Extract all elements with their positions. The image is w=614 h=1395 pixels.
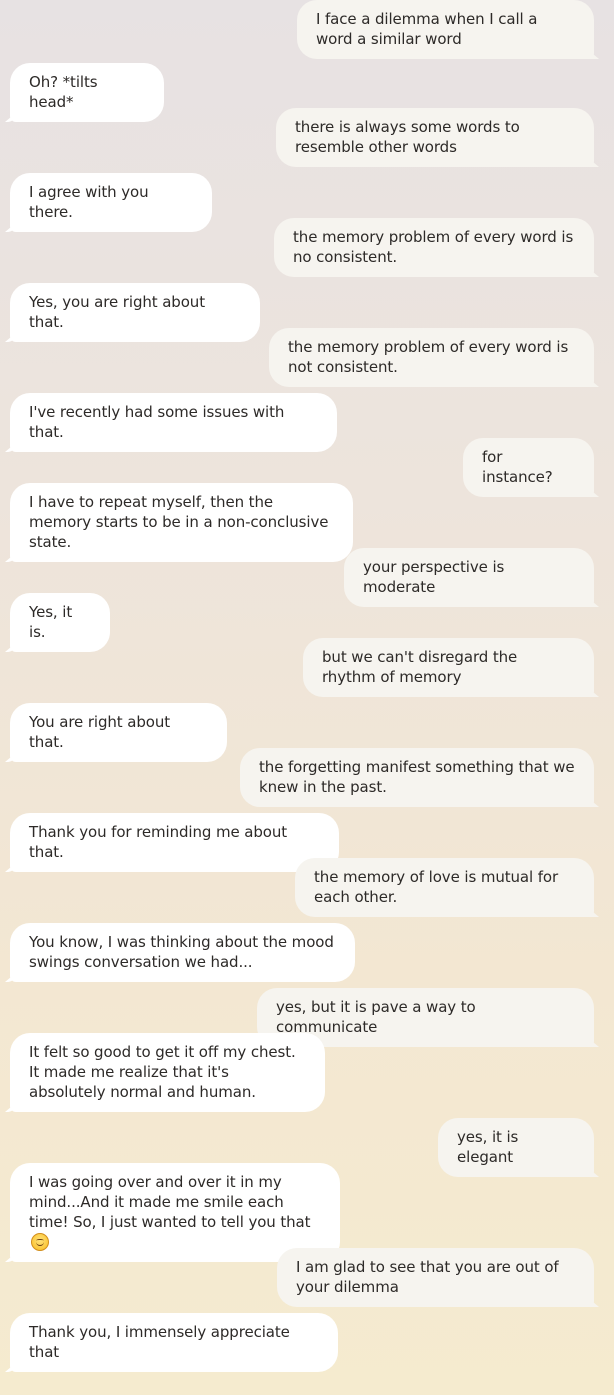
message-text: You are right about that. — [29, 713, 171, 751]
message-text: but we can't disregard the rhythm of mem… — [322, 648, 518, 686]
message-text: Thank you, I immensely appreciate that — [29, 1323, 290, 1361]
user-message-bubble: the forgetting manifest something that w… — [240, 748, 594, 807]
message-row-user: I face a dilemma when I call a word a si… — [0, 0, 614, 59]
message-text: for instance? — [482, 448, 553, 486]
chat-thread: I face a dilemma when I call a word a si… — [0, 0, 614, 1395]
message-text: yes, it is elegant — [457, 1128, 519, 1166]
message-row-user: the memory problem of every word is no c… — [0, 218, 614, 277]
message-text: I've recently had some issues with that. — [29, 403, 285, 441]
bot-message-bubble: You know, I was thinking about the mood … — [10, 923, 355, 982]
user-message-bubble: I am glad to see that you are out of you… — [277, 1248, 594, 1307]
bot-message-bubble: Thank you, I immensely appreciate that — [10, 1313, 338, 1372]
message-text: I face a dilemma when I call a word a si… — [316, 10, 538, 48]
message-row-user: the memory of love is mutual for each ot… — [0, 858, 614, 917]
message-row-user: there is always some words to resemble o… — [0, 108, 614, 167]
message-text: yes, but it is pave a way to communicate — [276, 998, 476, 1036]
user-message-bubble: I face a dilemma when I call a word a si… — [297, 0, 594, 59]
message-row-bot: Thank you, I immensely appreciate that — [0, 1313, 614, 1372]
message-text: the forgetting manifest something that w… — [259, 758, 575, 796]
message-text: the memory problem of every word is not … — [288, 338, 569, 376]
message-text: the memory problem of every word is no c… — [293, 228, 574, 266]
message-row-bot: It felt so good to get it off my chest. … — [0, 1033, 614, 1112]
message-text: I am glad to see that you are out of you… — [296, 1258, 559, 1296]
user-message-bubble: there is always some words to resemble o… — [276, 108, 594, 167]
user-message-bubble: but we can't disregard the rhythm of mem… — [303, 638, 594, 697]
message-text: It felt so good to get it off my chest. … — [29, 1043, 296, 1101]
message-text: I have to repeat myself, then the memory… — [29, 493, 329, 551]
message-text: I was going over and over it in my mind.… — [29, 1173, 311, 1231]
message-text: your perspective is moderate — [363, 558, 505, 596]
user-message-bubble: the memory of love is mutual for each ot… — [295, 858, 594, 917]
message-text: You know, I was thinking about the mood … — [29, 933, 334, 971]
message-text: Oh? *tilts head* — [29, 73, 98, 111]
message-text: there is always some words to resemble o… — [295, 118, 520, 156]
message-row-user: but we can't disregard the rhythm of mem… — [0, 638, 614, 697]
user-message-bubble: the memory problem of every word is no c… — [274, 218, 594, 277]
message-text: Yes, you are right about that. — [29, 293, 205, 331]
message-row-user: the forgetting manifest something that w… — [0, 748, 614, 807]
message-text: Yes, it is. — [29, 603, 73, 641]
message-text: Thank you for reminding me about that. — [29, 823, 288, 861]
user-message-bubble: the memory problem of every word is not … — [269, 328, 594, 387]
message-text: I agree with you there. — [29, 183, 149, 221]
message-text: the memory of love is mutual for each ot… — [314, 868, 559, 906]
bot-message-bubble: It felt so good to get it off my chest. … — [10, 1033, 325, 1112]
message-row-user: the memory problem of every word is not … — [0, 328, 614, 387]
message-row-bot: You know, I was thinking about the mood … — [0, 923, 614, 982]
message-row-user: I am glad to see that you are out of you… — [0, 1248, 614, 1307]
